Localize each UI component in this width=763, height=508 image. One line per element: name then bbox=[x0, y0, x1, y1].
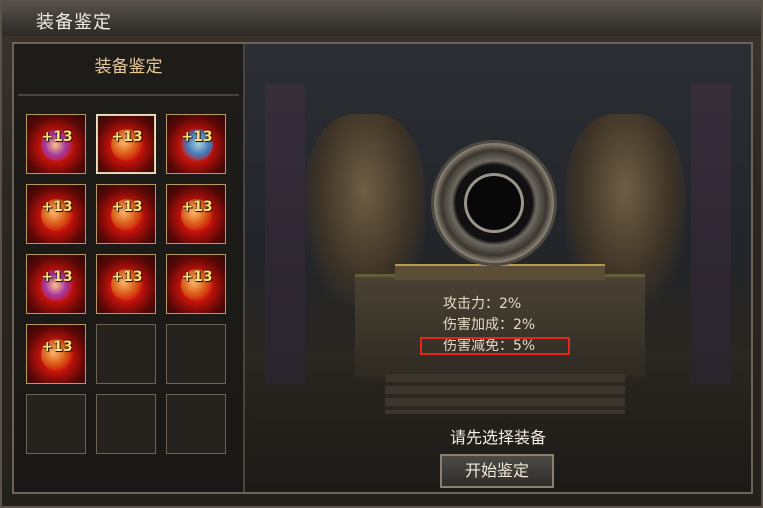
equipment-slot[interactable]: +13 bbox=[96, 184, 156, 244]
identify-window: 装备鉴定 装备鉴定 +13 +13 +13 +13 +13 +13 +13 +13 +13 +13… bbox=[0, 0, 763, 508]
stat-highlight-box bbox=[420, 337, 570, 355]
title-bar[interactable]: 装备鉴定 bbox=[2, 2, 761, 36]
empty-slot[interactable] bbox=[96, 324, 156, 384]
equipment-panel-title: 装备鉴定 bbox=[94, 57, 163, 77]
enhance-level: +13 bbox=[41, 269, 73, 285]
enhance-level: +13 bbox=[111, 129, 143, 145]
altar-top bbox=[395, 264, 605, 280]
enhance-level: +13 bbox=[181, 129, 213, 145]
content-frame: 装备鉴定 +13 +13 +13 +13 +13 +13 +13 +13 +13 +13 攻击力：… bbox=[12, 42, 753, 494]
pillar-decoration bbox=[691, 84, 731, 384]
enhance-level: +13 bbox=[181, 199, 213, 215]
equipment-slot[interactable]: +13 bbox=[166, 254, 226, 314]
equipment-slot[interactable]: +13 bbox=[96, 114, 156, 174]
empty-slot[interactable] bbox=[166, 394, 226, 454]
start-identify-button[interactable]: 开始鉴定 bbox=[440, 454, 554, 488]
equipment-slot[interactable]: +13 bbox=[26, 324, 86, 384]
equipment-panel: 装备鉴定 +13 +13 +13 +13 +13 +13 +13 +13 +13 +13 bbox=[14, 44, 245, 492]
identify-slot[interactable] bbox=[467, 176, 521, 230]
enhance-level: +13 bbox=[181, 269, 213, 285]
stat-attack: 攻击力：2% bbox=[443, 296, 522, 312]
window-title: 装备鉴定 bbox=[36, 12, 112, 33]
equipment-slot[interactable]: +13 bbox=[96, 254, 156, 314]
enhance-level: +13 bbox=[41, 129, 73, 145]
enhance-level: +13 bbox=[41, 339, 73, 355]
select-hint: 请先选择装备 bbox=[449, 428, 546, 447]
empty-slot[interactable] bbox=[96, 394, 156, 454]
equipment-slot[interactable]: +13 bbox=[26, 254, 86, 314]
equipment-slot[interactable]: +13 bbox=[166, 184, 226, 244]
identify-slot-ring[interactable] bbox=[431, 140, 557, 266]
stat-damage-bonus: 伤害加成：2% bbox=[443, 317, 536, 333]
enhance-level: +13 bbox=[111, 199, 143, 215]
divider bbox=[18, 94, 239, 96]
altar-steps bbox=[385, 374, 625, 414]
equipment-slot[interactable]: +13 bbox=[26, 184, 86, 244]
enhance-level: +13 bbox=[111, 269, 143, 285]
pillar-decoration bbox=[265, 84, 305, 384]
equipment-grid: +13 +13 +13 +13 +13 +13 +13 +13 +13 +13 bbox=[26, 114, 228, 456]
enhance-level: +13 bbox=[41, 199, 73, 215]
equipment-slot[interactable]: +13 bbox=[26, 114, 86, 174]
equipment-slot[interactable]: +13 bbox=[166, 114, 226, 174]
empty-slot[interactable] bbox=[166, 324, 226, 384]
altar-scene: 攻击力：2% 伤害加成：2% 伤害减免：5% 请先选择装备 开始鉴定 bbox=[245, 44, 751, 492]
empty-slot[interactable] bbox=[26, 394, 86, 454]
